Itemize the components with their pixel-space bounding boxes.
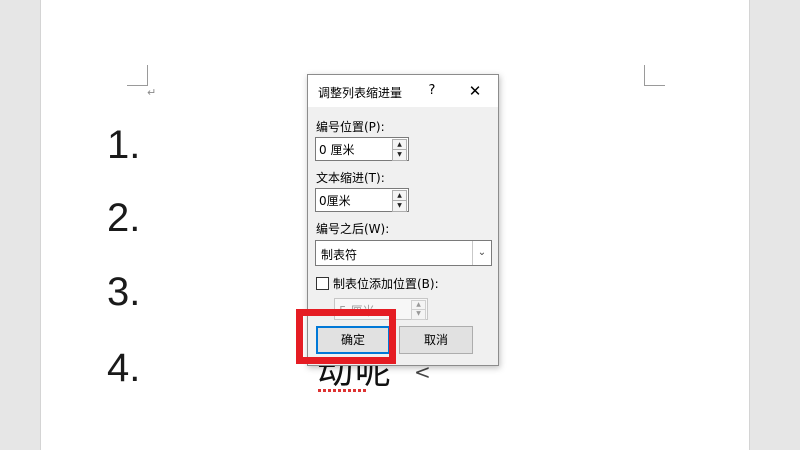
follow-number-value: 制表符 <box>321 248 358 262</box>
tab-stop-checkbox[interactable] <box>316 277 329 290</box>
text-indent-input[interactable] <box>316 189 395 211</box>
follow-number-select[interactable]: 制表符 ⌄ <box>315 240 492 266</box>
spin-down-icon: ▼ <box>411 309 426 320</box>
number-position-input[interactable] <box>316 138 395 160</box>
spin-down-icon[interactable]: ▼ <box>392 149 407 161</box>
list-number-3[interactable]: 3. <box>107 270 140 314</box>
margin-corner-top-right <box>644 65 665 86</box>
cancel-button[interactable]: 取消 <box>399 326 473 354</box>
list-number-4[interactable]: 4. <box>107 346 140 390</box>
number-position-label: 编号位置(P): <box>316 120 385 134</box>
dialog-title: 调整列表缩进量 <box>318 86 403 100</box>
text-indent-spinner: ▲ ▼ <box>315 188 409 212</box>
follow-number-label: 编号之后(W): <box>316 222 390 236</box>
help-icon[interactable]: ? <box>421 80 443 102</box>
paragraph-mark-icon: ↵ <box>147 86 157 99</box>
chevron-down-icon[interactable]: ⌄ <box>472 241 491 265</box>
list-number-1[interactable]: 1. <box>107 123 140 167</box>
close-icon[interactable]: ✕ <box>464 80 486 102</box>
highlight-box <box>296 309 396 364</box>
dialog-titlebar[interactable]: 调整列表缩进量 ? ✕ <box>308 75 498 107</box>
spin-down-icon[interactable]: ▼ <box>392 200 407 212</box>
tab-stop-label[interactable]: 制表位添加位置(B): <box>333 275 439 292</box>
margin-corner-top-left <box>127 65 148 86</box>
list-number-2[interactable]: 2. <box>107 196 140 240</box>
number-position-spinner: ▲ ▼ <box>315 137 409 161</box>
spellcheck-underline <box>318 389 368 392</box>
text-indent-label: 文本缩进(T): <box>316 171 385 185</box>
